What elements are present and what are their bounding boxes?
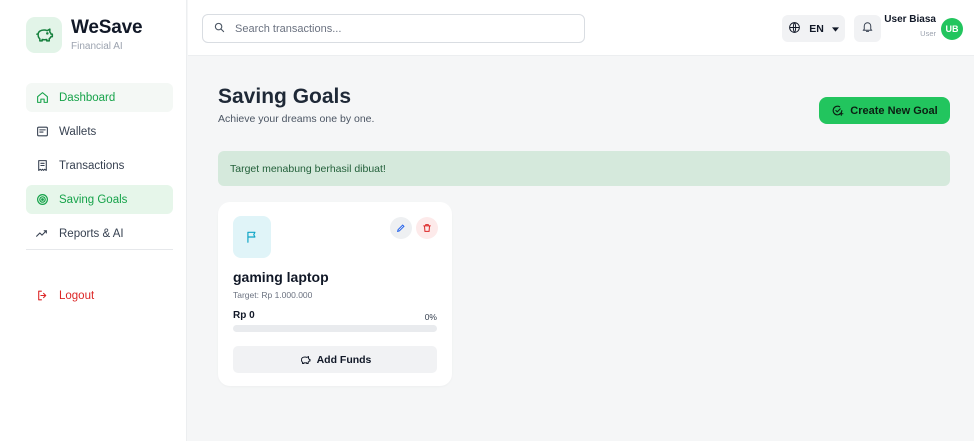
avatar[interactable]: UB [941, 18, 963, 40]
target-icon [35, 193, 49, 207]
edit-goal-button[interactable] [390, 217, 412, 239]
bell-icon [861, 20, 874, 38]
logout-label: Logout [59, 289, 95, 302]
goal-card: gaming laptop Target: Rp 1.000.000 Rp 0 … [218, 202, 452, 386]
sidebar-item-dashboard[interactable]: Dashboard [26, 83, 173, 112]
page-title: Saving Goals [218, 85, 352, 108]
create-new-goal-label: Create New Goal [850, 104, 938, 117]
piggy-bank-icon [26, 17, 62, 53]
goal-target: Target: Rp 1.000.000 [233, 290, 313, 300]
alert-message: Target menabung berhasil dibuat! [230, 162, 386, 175]
wallet-icon [35, 125, 49, 139]
goal-current-amount: Rp 0 [233, 310, 255, 321]
user-name: User Biasa [884, 14, 936, 25]
flag-icon [233, 216, 271, 258]
sidebar-nav: Dashboard Wallets Transactions Saving Go… [26, 83, 173, 253]
add-funds-button[interactable]: Add Funds [233, 346, 437, 373]
search-icon [214, 20, 225, 38]
add-funds-label: Add Funds [316, 353, 372, 366]
user-role: User [920, 29, 936, 38]
language-code: EN [809, 22, 824, 35]
search-box[interactable] [202, 14, 585, 43]
goal-progress-bar [233, 325, 437, 332]
sidebar-item-label: Wallets [59, 125, 97, 138]
top-bar: EN User Biasa User UB [188, 0, 974, 56]
sidebar-item-label: Transactions [59, 159, 125, 172]
brand-subtitle: Financial AI [71, 41, 123, 52]
sidebar: WeSave Financial AI Dashboard Wallets Tr… [0, 0, 187, 441]
caret-down-icon [831, 23, 839, 35]
receipt-icon [35, 159, 49, 173]
sidebar-item-label: Saving Goals [59, 193, 128, 206]
sidebar-item-transactions[interactable]: Transactions [26, 151, 173, 180]
page-subtitle: Achieve your dreams one by one. [218, 113, 375, 125]
delete-goal-button[interactable] [416, 217, 438, 239]
search-input[interactable] [235, 22, 565, 35]
home-icon [35, 91, 49, 105]
user-info[interactable]: User Biasa User [876, 14, 936, 38]
logout-icon [35, 289, 49, 303]
brand-name: WeSave [71, 17, 143, 38]
pencil-icon [396, 224, 405, 233]
sidebar-item-label: Dashboard [59, 91, 116, 104]
success-alert: Target menabung berhasil dibuat! [218, 151, 950, 186]
trash-icon [423, 224, 431, 232]
logout-button[interactable]: Logout [26, 281, 173, 310]
sidebar-item-label: Reports & AI [59, 227, 124, 240]
brand[interactable]: WeSave Financial AI [26, 17, 143, 53]
piggy-bank-icon [300, 355, 311, 364]
language-selector[interactable]: EN [782, 15, 845, 42]
sidebar-item-reports[interactable]: Reports & AI [26, 219, 173, 248]
goal-percent: 0% [424, 312, 437, 322]
trend-icon [35, 227, 49, 241]
target-add-icon [832, 105, 844, 116]
goal-name: gaming laptop [233, 269, 329, 285]
sidebar-item-wallets[interactable]: Wallets [26, 117, 173, 146]
create-new-goal-button[interactable]: Create New Goal [819, 97, 950, 124]
sidebar-divider [26, 249, 173, 250]
sidebar-item-saving-goals[interactable]: Saving Goals [26, 185, 173, 214]
globe-icon [788, 21, 801, 37]
